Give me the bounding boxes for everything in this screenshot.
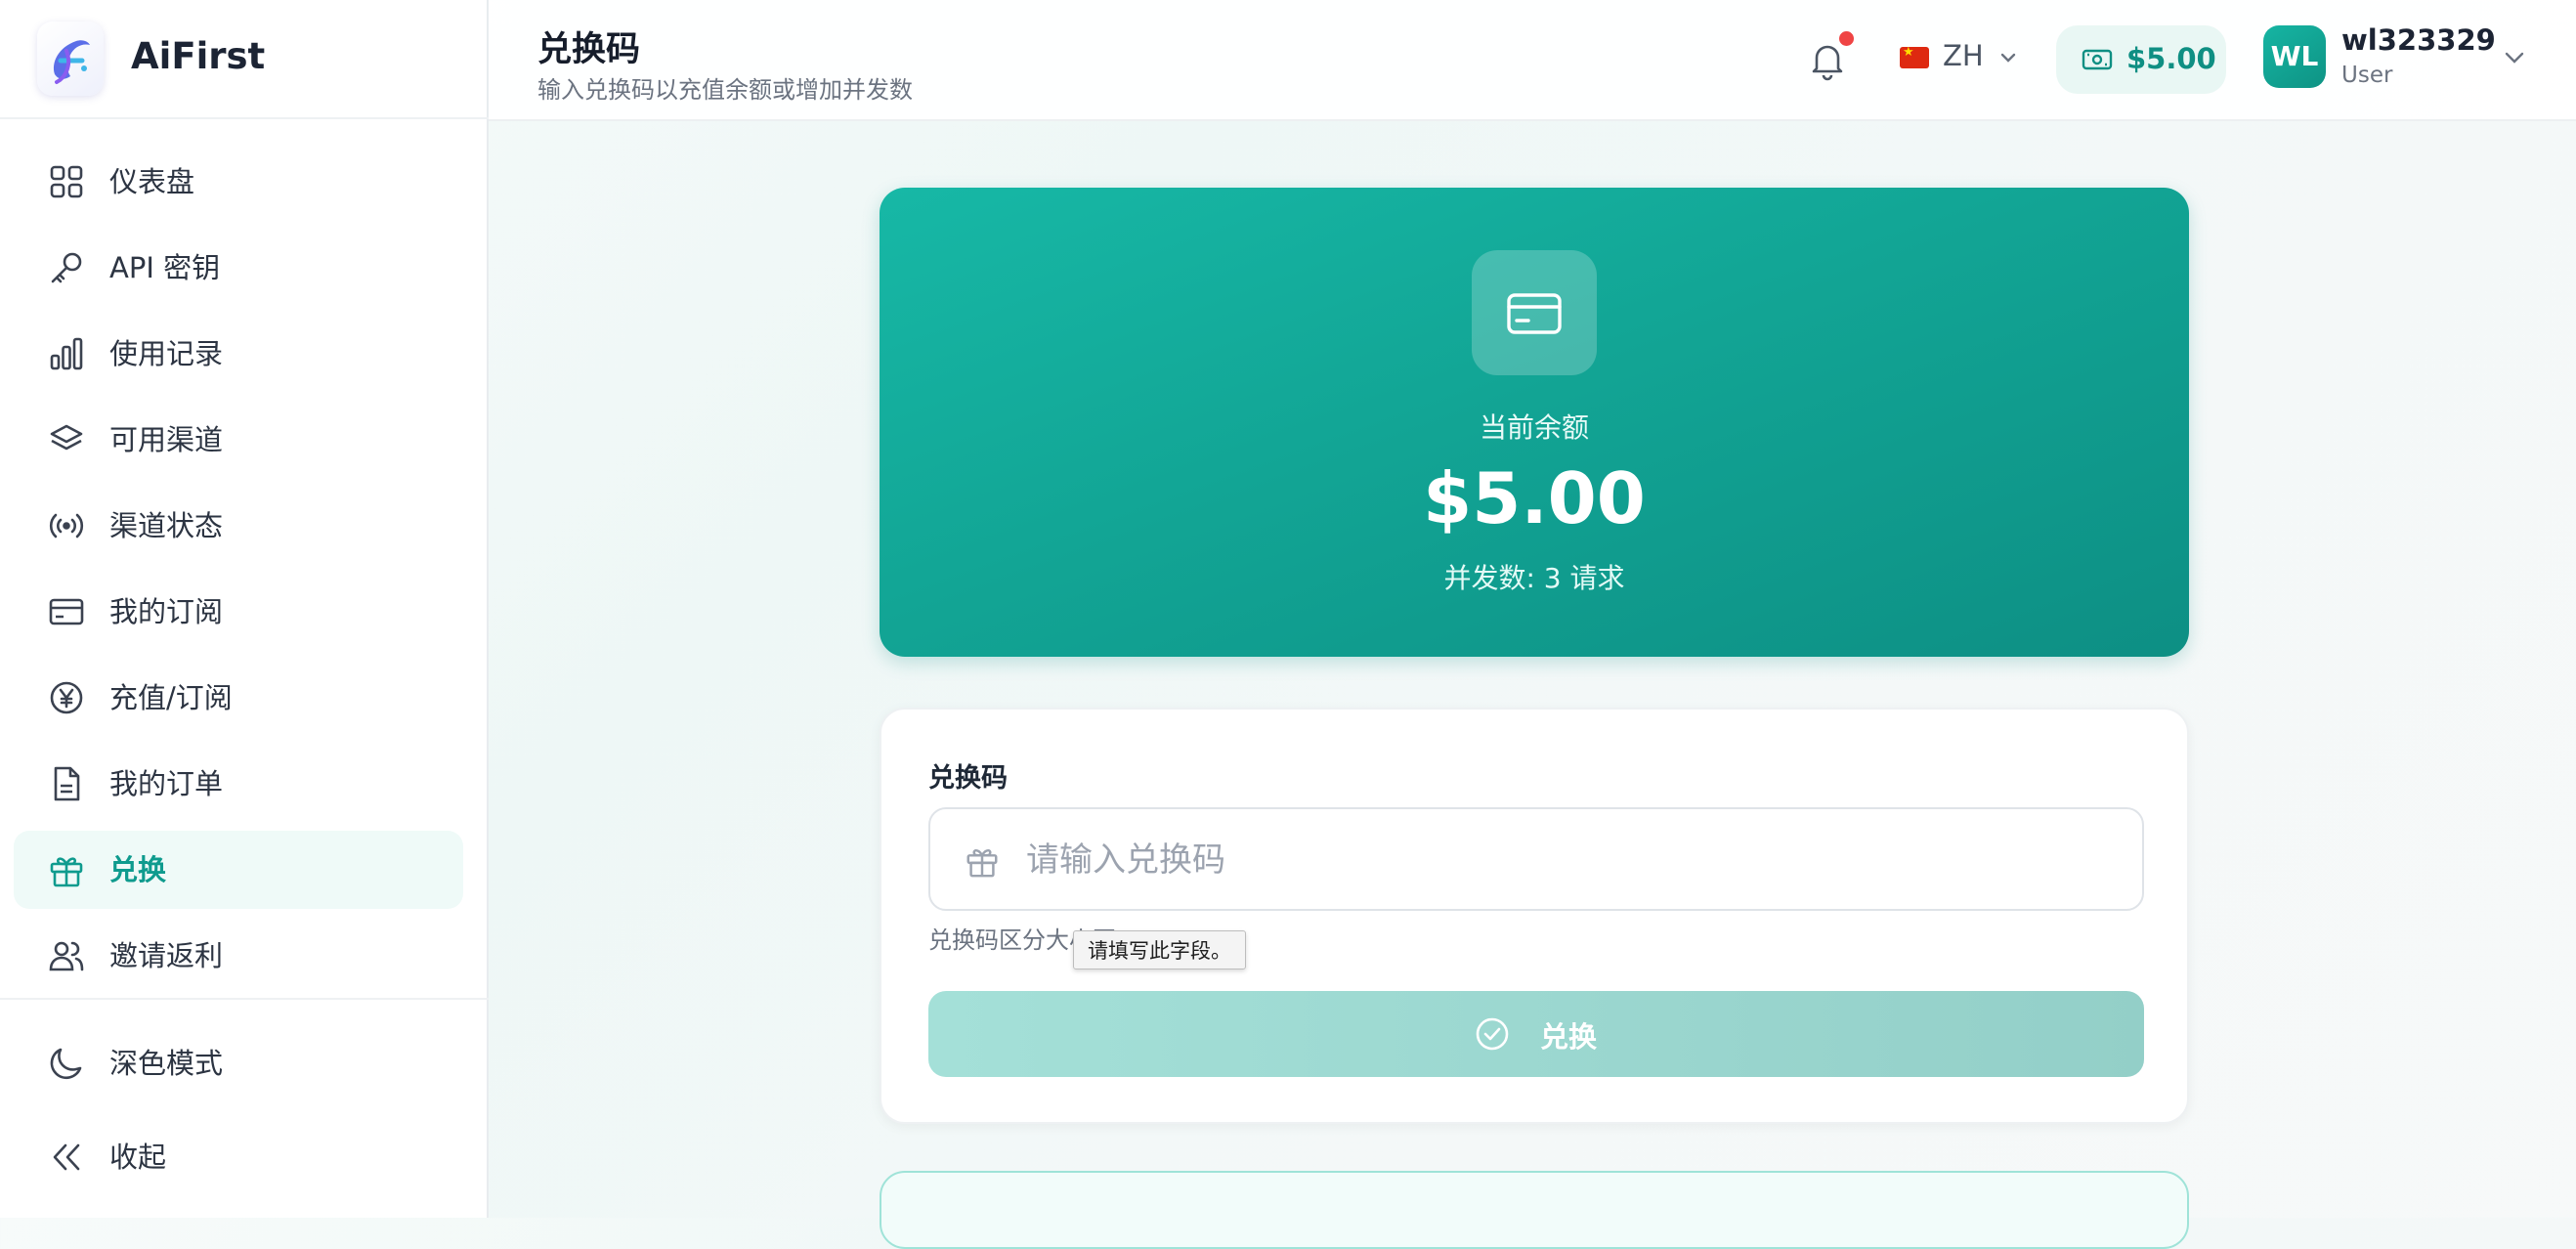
sidebar-item-label: 邀请返利 [109, 939, 224, 972]
header-balance-value: $5.00 [2126, 42, 2216, 75]
check-circle-icon [1474, 1015, 1511, 1053]
sidebar-item-subscriptions[interactable]: 我的订阅 [14, 573, 463, 651]
dark-mode-label: 深色模式 [109, 1047, 224, 1080]
sidebar-item-label: 渠道状态 [109, 509, 224, 542]
sidebar-item-label: 我的订单 [109, 767, 224, 800]
brand: AiFirst [0, 0, 489, 119]
collapse-sidebar-button[interactable]: 收起 [14, 1118, 463, 1196]
credit-card-icon [1505, 285, 1564, 340]
chevron-down-icon [1997, 47, 2019, 68]
sidebar-item-referral[interactable]: 邀请返利 [14, 917, 463, 995]
user-name[interactable]: wl323329 [2341, 23, 2496, 57]
balance-card: 当前余额 $5.00 并发数: 3 请求 [880, 188, 2189, 657]
layers-icon [47, 420, 86, 459]
balance-amount: $5.00 [1423, 457, 1646, 539]
cash-icon [2082, 45, 2113, 74]
sidebar-item-label: 仪表盘 [109, 165, 195, 198]
dark-mode-toggle[interactable]: 深色模式 [14, 1024, 463, 1102]
info-card [880, 1171, 2189, 1249]
sidebar-item-label: 兑换 [109, 853, 167, 886]
signal-icon [47, 506, 86, 545]
sidebar-item-label: API 密钥 [109, 251, 221, 284]
sidebar-item-label: 可用渠道 [109, 423, 224, 456]
sidebar-item-label: 充值/订阅 [109, 681, 233, 714]
sidebar-item-api-keys[interactable]: API 密钥 [14, 229, 463, 307]
china-flag-icon [1900, 45, 1929, 68]
validation-tooltip: 请填写此字段。 [1073, 930, 1246, 969]
yen-coin-icon [47, 678, 86, 717]
credit-card-icon [47, 592, 86, 631]
gift-icon [47, 850, 86, 889]
sidebar-item-usage[interactable]: 使用记录 [14, 315, 463, 393]
user-menu-chevron-icon[interactable] [2502, 45, 2527, 70]
document-icon [47, 764, 86, 803]
sidebar-item-orders[interactable]: 我的订单 [14, 745, 463, 823]
sidebar-item-label: 使用记录 [109, 337, 224, 370]
collapse-label: 收起 [109, 1141, 167, 1174]
redeem-button-label: 兑换 [1540, 1022, 1598, 1054]
top-header: 兑换码 输入兑换码以充值余额或增加并发数 ZH $5.00 WL wl32332… [489, 0, 2576, 121]
sidebar-divider [0, 998, 489, 1000]
sidebar-item-channel-status[interactable]: 渠道状态 [14, 487, 463, 565]
sidebar: AiFirst 仪表盘 API 密钥 使用记录 可用渠道 渠道状态 我的订阅 充… [0, 0, 489, 1218]
avatar[interactable]: WL [2263, 25, 2326, 88]
balance-label: 当前余额 [1479, 411, 1589, 444]
page-title: 兑换码 [537, 30, 641, 69]
users-icon [47, 936, 86, 975]
double-chevron-left-icon [47, 1138, 86, 1177]
key-icon [47, 248, 86, 287]
redeem-code-field[interactable] [928, 807, 2144, 911]
redeem-button[interactable]: 兑换 [928, 991, 2144, 1077]
sidebar-item-label: 我的订阅 [109, 595, 224, 628]
redeem-code-input[interactable] [1024, 829, 2119, 891]
sidebar-item-redeem[interactable]: 兑换 [14, 831, 463, 909]
concurrency-text: 并发数: 3 请求 [1443, 562, 1625, 594]
bar-chart-icon [47, 334, 86, 373]
notification-dot [1839, 31, 1854, 46]
language-code: ZH [1943, 39, 1984, 72]
sidebar-item-recharge[interactable]: 充值/订阅 [14, 659, 463, 737]
user-role: User [2341, 63, 2393, 88]
brand-logo[interactable] [37, 22, 104, 96]
redeem-card: 兑换码 兑换码区分大小写 请填写此字段。 兑换 [880, 708, 2189, 1124]
sidebar-item-dashboard[interactable]: 仪表盘 [14, 143, 463, 221]
brand-name: AiFirst [131, 35, 266, 77]
dashboard-grid-icon [47, 162, 86, 201]
sidebar-item-channels[interactable]: 可用渠道 [14, 401, 463, 479]
page-subtitle: 输入兑换码以充值余额或增加并发数 [537, 76, 913, 104]
gift-icon [964, 842, 1001, 880]
redeem-code-label: 兑换码 [928, 763, 1008, 794]
balance-icon-box [1472, 250, 1597, 375]
header-balance-badge[interactable]: $5.00 [2056, 25, 2226, 94]
moon-icon [47, 1044, 86, 1083]
